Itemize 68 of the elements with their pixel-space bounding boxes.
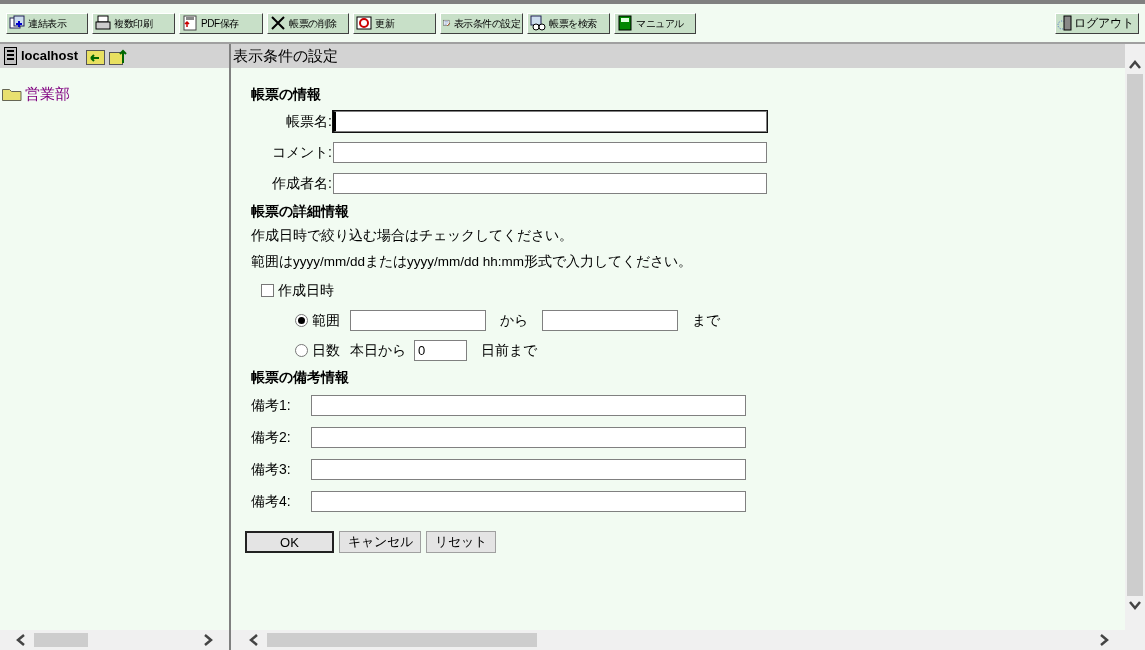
field-label: コメント: bbox=[271, 143, 333, 162]
form-button[interactable]: キャンセル bbox=[339, 531, 421, 553]
field-label: 備考4: bbox=[251, 491, 292, 511]
section-heading: 帳票の情報 bbox=[251, 84, 322, 104]
server-icon bbox=[4, 47, 17, 65]
tree-item[interactable]: 営業部 bbox=[25, 82, 70, 106]
toolbar-button[interactable]: 連結表示 bbox=[6, 12, 88, 34]
field-label: 作成者名: bbox=[271, 174, 333, 193]
scroll-down-icon[interactable] bbox=[1129, 600, 1141, 610]
instruction-text: 作成日時で絞り込む場合はチェックしてください。 bbox=[251, 226, 574, 245]
pdf-file-icon bbox=[182, 15, 198, 31]
panel-title: 表示条件の設定 bbox=[231, 44, 1125, 68]
toolbar-button[interactable]: 帳票を検索 bbox=[527, 12, 610, 34]
radio-button[interactable] bbox=[295, 343, 308, 357]
input-field[interactable] bbox=[311, 490, 746, 512]
scroll-left-icon[interactable] bbox=[16, 634, 26, 646]
toolbar-button[interactable]: 複数印刷 bbox=[92, 12, 175, 34]
logout-button[interactable]: ログアウト bbox=[1055, 12, 1139, 34]
days-text: 本日から bbox=[350, 340, 406, 360]
input-field[interactable]: 0 bbox=[414, 339, 467, 361]
field-label: 備考2: bbox=[251, 427, 292, 447]
instruction-text: 範囲はyyyy/mm/ddまたはyyyy/mm/dd hh:mm形式で入力してください。 bbox=[251, 252, 694, 271]
range-text: から bbox=[500, 310, 528, 330]
radio-label: 範囲 bbox=[312, 310, 340, 330]
toolbar-button[interactable]: 帳票の削除 bbox=[267, 12, 349, 34]
host-name: localhost bbox=[21, 47, 79, 66]
toolbar-button[interactable]: マニュアル bbox=[614, 12, 696, 34]
input-field[interactable] bbox=[311, 394, 746, 416]
form-button[interactable]: OK bbox=[245, 531, 334, 553]
input-field[interactable] bbox=[350, 309, 486, 331]
folder-refresh-icon[interactable] bbox=[109, 47, 129, 65]
field-label: 帳票名: bbox=[285, 112, 333, 131]
checkbox-label: 作成日時 bbox=[278, 280, 334, 300]
range-text: まで bbox=[692, 310, 720, 330]
input-field[interactable] bbox=[333, 142, 767, 163]
toolbar-button[interactable]: 表示条件の設定 bbox=[440, 12, 523, 34]
window-plus-icon bbox=[9, 15, 25, 31]
field-label: 備考1: bbox=[251, 395, 292, 415]
book-icon bbox=[617, 15, 633, 31]
toolbar-button[interactable]: 更新 bbox=[353, 12, 436, 34]
section-heading: 帳票の備考情報 bbox=[251, 367, 350, 387]
field-label: 備考3: bbox=[251, 459, 292, 479]
input-field[interactable] bbox=[333, 111, 767, 132]
section-heading: 帳票の詳細情報 bbox=[251, 201, 350, 221]
binoculars-icon bbox=[530, 15, 546, 31]
checkbox[interactable] bbox=[261, 283, 274, 297]
input-field[interactable] bbox=[542, 309, 678, 331]
scrollbar-thumb[interactable] bbox=[267, 633, 537, 647]
scroll-up-icon[interactable] bbox=[1129, 60, 1141, 70]
cross-icon bbox=[270, 15, 286, 31]
input-field[interactable] bbox=[311, 458, 746, 480]
folder-up-icon[interactable] bbox=[86, 47, 106, 65]
folder-icon bbox=[2, 87, 22, 101]
input-field[interactable] bbox=[333, 173, 767, 194]
scroll-right-icon[interactable] bbox=[1099, 634, 1109, 646]
scrollbar-thumb[interactable] bbox=[1127, 74, 1143, 596]
scrollbar-thumb[interactable] bbox=[34, 633, 88, 647]
radio-button[interactable] bbox=[295, 313, 308, 327]
form-button[interactable]: リセット bbox=[426, 531, 496, 553]
input-field[interactable] bbox=[311, 426, 746, 448]
scroll-right-icon[interactable] bbox=[203, 634, 213, 646]
toolbar-button[interactable]: PDF保存 bbox=[179, 12, 263, 34]
radio-label: 日数 bbox=[312, 340, 340, 360]
refresh-icon bbox=[356, 15, 372, 31]
printer-icon bbox=[95, 15, 111, 31]
server-icon bbox=[1057, 15, 1073, 31]
scroll-left-icon[interactable] bbox=[249, 634, 259, 646]
days-text: 日前まで bbox=[481, 340, 537, 360]
